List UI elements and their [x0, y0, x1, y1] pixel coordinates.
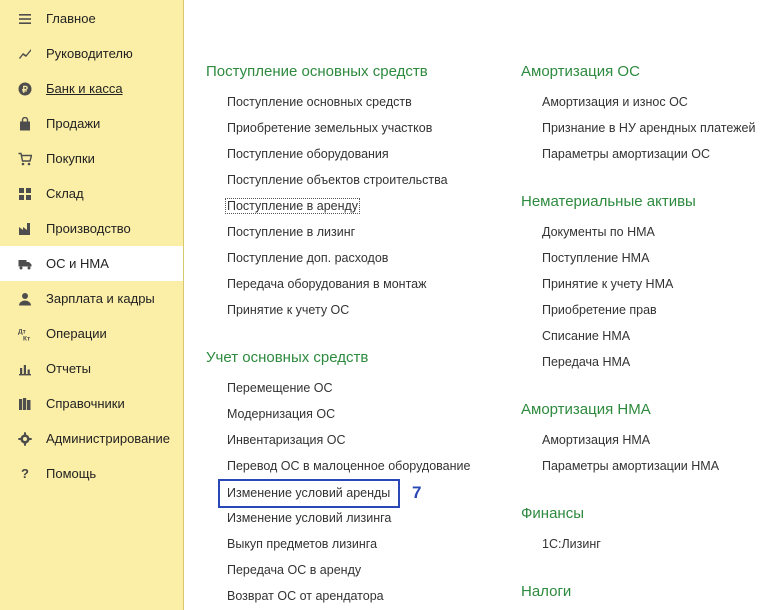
link-modernizaciya-os[interactable]: Модернизация ОС	[227, 407, 335, 421]
sidebar-item-label: Помощь	[46, 466, 97, 481]
link-prinyatie-k-uchetu-os[interactable]: Принятие к учету ОС	[227, 303, 349, 317]
link-vykup-predmetov-lizinga[interactable]: Выкуп предметов лизинга	[227, 537, 377, 551]
sidebar-item-label: Отчеты	[46, 361, 91, 376]
link-dokumenty-nma[interactable]: Документы по НМА	[542, 225, 655, 239]
question-icon: ?	[21, 466, 29, 481]
link-amortizaciya-iznos-os[interactable]: Амортизация и износ ОС	[542, 95, 688, 109]
link-postuplenie-os[interactable]: Поступление основных средств	[227, 95, 412, 109]
sidebar-item-spravochniki[interactable]: Справочники	[0, 386, 183, 421]
sidebar-item-label: Администрирование	[46, 431, 170, 446]
sidebar-item-label: Зарплата и кадры	[46, 291, 155, 306]
sidebar: Главное Руководителю ₽ Банк и касса Прод…	[0, 0, 184, 610]
sidebar-item-label: Операции	[46, 326, 107, 341]
link-postuplenie-v-lizing[interactable]: Поступление в лизинг	[227, 225, 355, 239]
sidebar-item-label: Руководителю	[46, 46, 133, 61]
link-parametry-amortizacii-os[interactable]: Параметры амортизации ОС	[542, 147, 710, 161]
sidebar-item-label: Продажи	[46, 116, 101, 131]
annotation-number: 7	[412, 483, 422, 502]
link-parametry-amortizacii-nma[interactable]: Параметры амортизации НМА	[542, 459, 719, 473]
sidebar-item-pomoshch[interactable]: ? Помощь	[0, 456, 183, 491]
section-title-uchet-os: Учет основных средств	[206, 349, 369, 366]
link-amortizaciya-nma[interactable]: Амортизация НМА	[542, 433, 650, 447]
sidebar-item-label: Склад	[46, 186, 84, 201]
link-peredacha-os-v-arendu[interactable]: Передача ОС в аренду	[227, 563, 361, 577]
svg-text:Дт: Дт	[18, 328, 26, 335]
link-peremeshchenie-os[interactable]: Перемещение ОС	[227, 381, 333, 395]
link-priznanie-nu-arendnyh[interactable]: Признание в НУ арендных платежей	[542, 121, 755, 135]
dt-kt-icon: Дт Кт	[17, 326, 33, 342]
section-title-postuplenie-os: Поступление основных средств	[206, 63, 428, 80]
section-title-nma: Нематериальные активы	[521, 193, 696, 210]
link-prinyatie-k-uchetu-nma[interactable]: Принятие к учету НМА	[542, 277, 673, 291]
link-izmenenie-usloviy-lizinga[interactable]: Изменение условий лизинга	[227, 511, 391, 525]
section-title-finansy: Финансы	[521, 505, 584, 522]
link-vozvrat-os-ot-arendatora[interactable]: Возврат ОС от арендатора	[227, 589, 384, 603]
sidebar-item-proizvodstvo[interactable]: Производство	[0, 211, 183, 246]
sidebar-item-prodazhi[interactable]: Продажи	[0, 106, 183, 141]
link-1c-lizing[interactable]: 1С:Лизинг	[542, 537, 601, 551]
factory-icon	[17, 221, 33, 237]
svg-text:₽: ₽	[22, 84, 28, 94]
sidebar-item-label: ОС и НМА	[46, 256, 109, 271]
highlight-box	[218, 479, 400, 508]
sidebar-item-operacii[interactable]: Дт Кт Операции	[0, 316, 183, 351]
sidebar-item-glavnoe[interactable]: Главное	[0, 1, 183, 36]
svg-text:Кт: Кт	[23, 335, 30, 341]
link-postuplenie-nma[interactable]: Поступление НМА	[542, 251, 649, 265]
link-peredacha-v-montazh[interactable]: Передача оборудования в монтаж	[227, 277, 426, 291]
sidebar-item-rukovoditelyu[interactable]: Руководителю	[0, 36, 183, 71]
section-title-nalogi: Налоги	[521, 583, 572, 600]
menu-lines-icon	[17, 11, 33, 27]
sidebar-item-pokupki[interactable]: Покупки	[0, 141, 183, 176]
sidebar-item-bank[interactable]: ₽ Банк и касса	[0, 71, 183, 106]
sidebar-item-zarplata[interactable]: Зарплата и кадры	[0, 281, 183, 316]
ruble-coin-icon: ₽	[17, 81, 33, 97]
sidebar-item-label: Покупки	[46, 151, 95, 166]
link-inventarizaciya-os[interactable]: Инвентаризация ОС	[227, 433, 346, 447]
sidebar-item-label: Главное	[46, 11, 96, 26]
link-perevod-v-malocennoe[interactable]: Перевод ОС в малоценное оборудование	[227, 459, 470, 473]
link-spisanie-nma[interactable]: Списание НМА	[542, 329, 630, 343]
shopping-bag-icon	[17, 116, 33, 132]
truck-icon	[17, 256, 33, 272]
section-title-amortizaciya-os: Амортизация ОС	[521, 63, 640, 80]
books-icon	[17, 396, 33, 412]
section-title-amortizaciya-nma: Амортизация НМА	[521, 401, 651, 418]
bar-chart-icon	[17, 361, 33, 377]
link-peredacha-nma[interactable]: Передача НМА	[542, 355, 630, 369]
link-priobretenie-zemli[interactable]: Приобретение земельных участков	[227, 121, 432, 135]
link-postuplenie-stroitelstva[interactable]: Поступление объектов строительства	[227, 173, 448, 187]
sidebar-item-sklad[interactable]: Склад	[0, 176, 183, 211]
sidebar-item-os-nma[interactable]: ОС и НМА	[0, 246, 183, 281]
link-priobretenie-prav[interactable]: Приобретение прав	[542, 303, 657, 317]
sidebar-item-label: Банк и касса	[46, 81, 123, 96]
link-postuplenie-v-arendu[interactable]: Поступление в аренду	[225, 198, 361, 214]
link-postuplenie-dop-rashodov[interactable]: Поступление доп. расходов	[227, 251, 388, 265]
sidebar-item-administrirovanie[interactable]: Администрирование	[0, 421, 183, 456]
sidebar-item-otchety[interactable]: Отчеты	[0, 351, 183, 386]
sidebar-item-label: Производство	[46, 221, 131, 236]
chart-icon	[17, 46, 33, 62]
people-icon	[17, 291, 33, 307]
warehouse-grid-icon	[17, 186, 33, 202]
cart-icon	[17, 151, 33, 167]
sidebar-item-label: Справочники	[46, 396, 125, 411]
gear-icon	[17, 431, 33, 447]
link-postuplenie-oborudovaniya[interactable]: Поступление оборудования	[227, 147, 389, 161]
